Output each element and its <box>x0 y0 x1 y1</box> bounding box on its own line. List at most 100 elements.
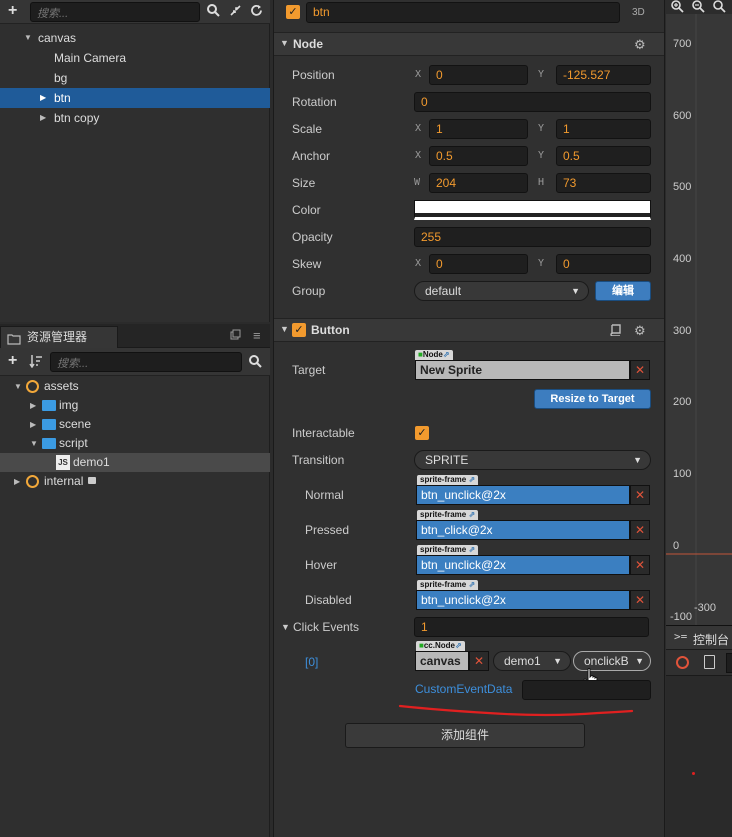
color-swatch[interactable] <box>414 200 651 220</box>
assets-search-input[interactable]: 搜索... <box>50 352 242 372</box>
collapsed-arrow-icon[interactable]: ▶ <box>30 396 36 415</box>
console-icon: >= <box>674 630 688 643</box>
folder-icon <box>42 419 56 430</box>
transition-select[interactable]: SPRITE ▼ <box>414 450 651 470</box>
scale-x-input[interactable]: 1 <box>429 119 528 139</box>
expand-arrow-icon[interactable]: ▼ <box>24 28 32 48</box>
console-filter-input[interactable] <box>726 653 732 673</box>
tree-item-label: Main Camera <box>54 51 127 65</box>
collapse-arrow-icon[interactable]: ▼ <box>280 38 289 48</box>
interactable-checkbox[interactable]: ✓ <box>415 426 429 440</box>
button-enabled-checkbox[interactable]: ✓ <box>292 323 306 337</box>
skew-x-input[interactable]: 0 <box>429 254 528 274</box>
custom-event-data-input[interactable] <box>522 680 651 700</box>
tree-item-label: bg <box>54 71 68 85</box>
group-select[interactable]: default ▼ <box>414 281 589 301</box>
event-index-label: [0] <box>305 655 319 669</box>
opacity-input[interactable]: 255 <box>414 227 651 247</box>
asset-item-img[interactable]: ▶ img <box>0 396 270 415</box>
event-target-clear-button[interactable]: ✕ <box>469 651 489 671</box>
anchor-x-input[interactable]: 0.5 <box>429 146 528 166</box>
button-section-header[interactable]: ▼ ✓ Button ⚙ <box>274 318 664 342</box>
search-icon[interactable] <box>249 355 262 370</box>
assets-tab[interactable]: 资源管理器 <box>0 326 118 348</box>
console-tab[interactable]: >= 控制台 <box>666 626 732 650</box>
hierarchy-search-input[interactable]: 搜索... <box>30 2 200 22</box>
position-y-input[interactable]: -125.527 <box>556 65 651 85</box>
asset-item-label: img <box>59 398 79 412</box>
collapsed-arrow-icon[interactable]: ▶ <box>40 108 46 128</box>
expand-arrow-icon[interactable]: ▼ <box>30 434 38 453</box>
tree-item-canvas[interactable]: ▼ canvas <box>0 28 270 48</box>
sort-icon[interactable] <box>29 354 43 370</box>
node-section-header[interactable]: ▼ Node ⚙ <box>274 32 664 56</box>
asset-item-internal[interactable]: ▶ internal <box>0 472 270 491</box>
help-book-icon[interactable] <box>610 324 621 339</box>
normal-clear-button[interactable]: ✕ <box>630 485 650 505</box>
rotation-input[interactable]: 0 <box>414 92 651 112</box>
pressed-sprite-field[interactable]: btn_click@2x <box>416 520 630 540</box>
target-clear-button[interactable]: ✕ <box>630 360 650 380</box>
asset-item-script[interactable]: ▼ script <box>0 434 270 453</box>
event-target-field[interactable]: canvas <box>415 651 469 671</box>
event-handler-value: onclickB <box>584 654 629 668</box>
target-node-field[interactable]: New Sprite <box>415 360 630 380</box>
collapsed-arrow-icon[interactable]: ▶ <box>30 415 36 434</box>
anchor-y-input[interactable]: 0.5 <box>556 146 651 166</box>
normal-sprite-field[interactable]: btn_unclick@2x <box>416 485 630 505</box>
pressed-clear-button[interactable]: ✕ <box>630 520 650 540</box>
collapsed-arrow-icon[interactable]: ▶ <box>40 88 46 108</box>
event-component-select[interactable]: demo1 ▼ <box>493 651 571 671</box>
add-component-button[interactable]: 添加组件 <box>345 723 585 748</box>
add-icon[interactable]: + <box>8 353 17 369</box>
resize-to-target-button[interactable]: Resize to Target <box>534 389 651 409</box>
asset-item-scene[interactable]: ▶ scene <box>0 415 270 434</box>
collapse-icon[interactable] <box>229 4 242 19</box>
clear-icon[interactable] <box>676 656 689 669</box>
node-name-input[interactable]: btn <box>306 2 620 23</box>
axis-y-label: Y <box>538 258 545 269</box>
size-height-input[interactable]: 73 <box>556 173 651 193</box>
expand-arrow-icon[interactable]: ▼ <box>14 377 22 396</box>
sprite-frame-tag-text: sprite-frame <box>420 475 467 484</box>
gear-icon[interactable]: ⚙ <box>634 323 646 339</box>
chevron-down-icon: ▼ <box>571 286 580 296</box>
log-file-icon[interactable] <box>704 655 715 669</box>
3d-toggle[interactable]: 3D <box>632 7 645 18</box>
tree-item-main-camera[interactable]: Main Camera <box>0 48 270 68</box>
search-icon[interactable] <box>207 4 220 19</box>
menu-icon[interactable]: ≡ <box>253 328 261 343</box>
click-events-count-input[interactable]: 1 <box>414 617 649 637</box>
node-active-checkbox[interactable]: ✓ <box>286 5 300 19</box>
scale-y-input[interactable]: 1 <box>556 119 651 139</box>
event-component-value: demo1 <box>504 654 541 668</box>
asset-item-assets[interactable]: ▼ assets <box>0 377 270 396</box>
assets-tabbar: 资源管理器 ≡ <box>0 324 270 348</box>
hover-label: Hover <box>305 558 338 572</box>
collapsed-arrow-icon[interactable]: ▶ <box>14 472 20 491</box>
disabled-sprite-field[interactable]: btn_unclick@2x <box>416 590 630 610</box>
db-icon <box>26 475 39 488</box>
tree-item-btn[interactable]: ▶ btn <box>0 88 270 108</box>
position-x-input[interactable]: 0 <box>429 65 528 85</box>
popout-icon[interactable] <box>230 329 241 343</box>
group-edit-button[interactable]: 编辑 <box>595 281 651 301</box>
tree-item-btn-copy[interactable]: ▶ btn copy <box>0 108 270 128</box>
collapse-arrow-icon[interactable]: ▼ <box>281 622 290 632</box>
inspector-panel: ✓ btn 3D ▼ Node ⚙ Position X 0 Y -125.52… <box>273 0 665 837</box>
tree-item-bg[interactable]: bg <box>0 68 270 88</box>
add-icon[interactable]: + <box>8 3 17 19</box>
anchor-label: Anchor <box>292 149 331 163</box>
red-dot <box>692 772 695 775</box>
skew-y-input[interactable]: 0 <box>556 254 651 274</box>
scene-y-label: 200 <box>673 396 692 408</box>
collapse-arrow-icon[interactable]: ▼ <box>280 324 289 334</box>
asset-item-label: assets <box>44 379 79 393</box>
size-width-input[interactable]: 204 <box>429 173 528 193</box>
disabled-clear-button[interactable]: ✕ <box>630 590 650 610</box>
asset-item-demo1[interactable]: JS demo1 <box>0 453 270 472</box>
hover-sprite-field[interactable]: btn_unclick@2x <box>416 555 630 575</box>
refresh-icon[interactable] <box>250 4 263 19</box>
hover-clear-button[interactable]: ✕ <box>630 555 650 575</box>
gear-icon[interactable]: ⚙ <box>634 37 646 53</box>
